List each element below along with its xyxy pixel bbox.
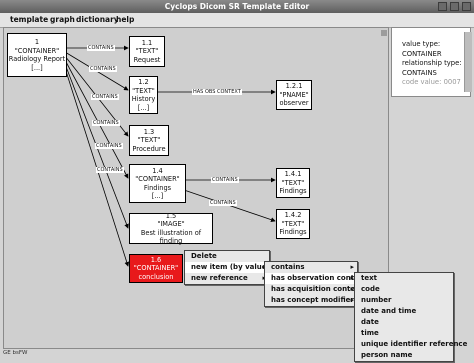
edge-label-1-4: CONTAINS xyxy=(92,120,120,126)
value-type-submenu: text code number date and time date time… xyxy=(354,272,467,362)
node-1-3-type: "TEXT" xyxy=(137,136,161,145)
menu-type-date-and-time[interactable]: date and time xyxy=(355,306,453,317)
menu-delete[interactable]: Delete xyxy=(185,251,269,262)
node-1-2-1-observer[interactable]: 1.2.1 "PNAME" observer xyxy=(276,80,312,110)
node-1-5-type: "IMAGE" xyxy=(157,220,185,228)
node-1-6-name: conclusion xyxy=(138,272,174,281)
menu-has-observation-context[interactable]: has observation context ▸ xyxy=(265,273,367,284)
node-1-type: "CONTAINER" xyxy=(14,46,60,55)
node-1-4-findings[interactable]: 1.4 "CONTAINER" Findings [...] xyxy=(129,164,186,203)
menu-type-unique-identifier-reference[interactable]: unique identifier reference xyxy=(355,339,467,350)
prop-value-type: CONTAINER xyxy=(402,49,442,58)
node-1-collapse: [...] xyxy=(31,63,43,72)
node-1-4-collapse: [...] xyxy=(151,192,164,200)
node-1-4-1-id: 1.4.1 xyxy=(284,170,302,179)
prop-value-type-label: value type: xyxy=(402,40,441,48)
properties-scrollbar[interactable] xyxy=(464,32,472,92)
menu-type-text[interactable]: text xyxy=(355,273,453,284)
node-1-1-name: Request xyxy=(133,55,161,64)
menu-type-number[interactable]: number xyxy=(355,295,453,306)
menu-new-reference-label: new reference xyxy=(191,274,248,282)
node-1-4-2-id: 1.4.2 xyxy=(284,211,302,220)
menu-has-acquisition-context[interactable]: has acquisition context ▸ xyxy=(265,284,363,295)
node-1-4-2-type: "TEXT" xyxy=(281,219,305,228)
properties-panel: value type: CONTAINER relationship type:… xyxy=(391,27,471,97)
node-1-5-id: 1.5 xyxy=(165,211,177,220)
edge-label-1-1: CONTAINS xyxy=(87,45,115,51)
window-controls xyxy=(438,2,471,11)
edge-label-1-2-1: HAS OBS CONTEXT xyxy=(192,89,242,95)
node-1-6-type: "CONTAINER" xyxy=(133,264,179,273)
edge-label-1-3: CONTAINS xyxy=(91,94,119,100)
maximize-button[interactable] xyxy=(450,2,459,11)
menu-help[interactable]: help xyxy=(116,15,134,24)
node-1-4-2-name: Findings xyxy=(279,228,307,237)
node-1-id: 1 xyxy=(34,38,40,46)
node-1-3-id: 1.3 xyxy=(143,127,155,136)
canvas-scroll-up-arrow[interactable] xyxy=(381,30,387,36)
menu-graph[interactable]: graph xyxy=(50,15,75,24)
minimize-button[interactable] xyxy=(438,2,447,11)
menu-contains[interactable]: contains ▸ xyxy=(265,262,357,273)
node-1-2-history[interactable]: 1.2 "TEXT" History [...] xyxy=(129,76,158,114)
node-1-6-id: 1.6 xyxy=(150,255,162,264)
node-1-1-request[interactable]: 1.1 "TEXT" Request xyxy=(129,36,165,67)
menu-type-date[interactable]: date xyxy=(355,317,453,328)
menu-has-acquisition-context-label: has acquisition context xyxy=(271,285,364,293)
edge-label-1-2: CONTAINS xyxy=(89,66,117,72)
prop-relationship-type-label: relationship type: xyxy=(402,59,462,67)
node-1-4-1-findings[interactable]: 1.4.1 "TEXT" Findings xyxy=(276,168,310,198)
node-1-4-1-name: Findings xyxy=(279,187,307,196)
window-title: Cyclops Dicom SR Template Editor xyxy=(164,2,310,11)
node-1-2-1-id: 1.2.1 xyxy=(285,82,303,91)
node-1-6-conclusion[interactable]: 1.6 "CONTAINER" conclusion xyxy=(129,254,183,283)
menu-template[interactable]: template xyxy=(10,15,48,24)
edge-label-1-4-1: CONTAINS xyxy=(211,177,239,183)
menu-dictionary[interactable]: dictionary xyxy=(76,15,119,24)
node-1-2-name: History xyxy=(131,95,156,103)
edge-label-1-6: CONTAINS xyxy=(96,167,124,173)
edge-label-1-4-2: CONTAINS xyxy=(209,200,237,206)
edge-line-1-4 xyxy=(64,59,129,179)
node-1-5-name: Best illustration of finding xyxy=(140,228,202,246)
node-1-2-1-name: observer xyxy=(279,99,309,108)
node-1-5-image[interactable]: 1.5 "IMAGE" Best illustration of finding xyxy=(129,211,213,246)
menu-new-item-by-value[interactable]: new item (by value) ▸ xyxy=(185,262,270,273)
node-1-4-name: Findings xyxy=(143,183,172,192)
menu-has-concept-modifier[interactable]: has concept modifier ▸ xyxy=(265,295,357,306)
node-1-4-type: "CONTAINER" xyxy=(135,175,180,183)
node-1-3-name: Procedure xyxy=(132,144,166,153)
menu-has-concept-modifier-label: has concept modifier xyxy=(271,296,354,304)
node-1-2-id: 1.2 xyxy=(138,78,149,86)
node-1-4-id: 1.4 xyxy=(152,166,163,175)
menu-bar: template graph dictionary help xyxy=(0,13,474,28)
prop-relationship-type: CONTAINS xyxy=(402,68,437,77)
node-1-4-1-type: "TEXT" xyxy=(281,178,305,187)
status-text: GE bsFW xyxy=(3,350,28,356)
menu-contains-label: contains xyxy=(271,263,305,271)
menu-type-time[interactable]: time xyxy=(355,328,453,339)
prop-code-value: code value: 0007 xyxy=(402,78,461,86)
context-menu: Delete new item (by value) ▸ new referen… xyxy=(184,250,270,285)
node-1-2-1-type: "PNAME" xyxy=(279,90,309,99)
node-1-radiology-report[interactable]: 1 "CONTAINER" Radiology Report [...] xyxy=(7,33,67,77)
node-1-2-type: "TEXT" xyxy=(132,86,155,95)
node-1-4-2-findings[interactable]: 1.4.2 "TEXT" Findings xyxy=(276,209,310,239)
menu-type-code[interactable]: code xyxy=(355,284,453,295)
menu-new-reference[interactable]: new reference ▸ xyxy=(185,273,269,284)
node-1-3-procedure[interactable]: 1.3 "TEXT" Procedure xyxy=(129,125,169,156)
close-button[interactable] xyxy=(462,2,471,11)
node-1-name: Radiology Report xyxy=(8,55,66,63)
node-1-1-id: 1.1 xyxy=(141,38,153,47)
menu-type-person-name[interactable]: person name xyxy=(355,350,453,361)
node-1-1-type: "TEXT" xyxy=(135,47,159,56)
node-1-2-collapse: [...] xyxy=(137,103,150,112)
edge-label-1-5: CONTAINS xyxy=(95,143,123,149)
menu-new-item-by-value-label: new item (by value) xyxy=(191,263,270,271)
relationship-submenu: contains ▸ has observation context ▸ has… xyxy=(264,261,367,307)
title-bar: Cyclops Dicom SR Template Editor xyxy=(0,0,474,13)
